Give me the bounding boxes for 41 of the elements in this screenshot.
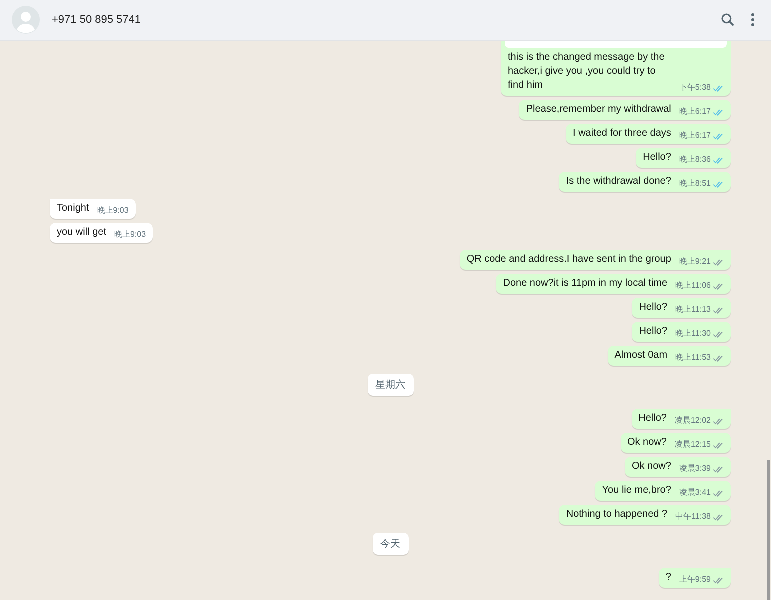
message-text: you will get [57,226,106,240]
message-text: You lie me,bro? [602,484,672,498]
message-text: Tonight [57,202,90,216]
message-time: 中午11:38 [676,511,711,523]
message-text: Almost 0am [614,349,668,363]
message-time: 晚上11:30 [676,328,711,340]
message-time: 晚上11:06 [676,280,711,292]
message-time: 凌晨3:39 [679,463,711,475]
message-time: 下午5:38 [679,82,711,94]
message-time: 晚上9:03 [114,229,146,241]
message-time: 晚上9:03 [97,205,129,217]
search-icon[interactable] [719,11,737,29]
message-text: Done now?it is 11pm in my local time [503,277,668,291]
message-time: 上午9:59 [679,574,711,586]
message-text: ? [666,571,672,585]
message-time: 晚上8:36 [679,154,711,166]
message-text: I waited for three days [573,127,672,141]
message-time: 凌晨12:02 [674,415,711,427]
message-time: 晚上11:53 [676,352,711,364]
menu-icon[interactable] [749,11,757,29]
message-text: QR code and address.I have sent in the group [466,253,672,267]
date-chip: 星期六 [368,374,414,396]
message-time: 凌晨3:41 [679,487,711,499]
message-time: 晚上6:17 [679,106,711,118]
message-text: Is the withdrawal done? [566,175,672,189]
message-time: 晚上8:51 [679,178,711,190]
message-time: 晚上11:13 [676,304,711,316]
message-text: Ok now? [628,436,667,450]
message-text: Ok now? [632,460,672,474]
message-time: 晚上6:17 [679,130,711,142]
message-text: Nothing to happened ? [566,508,668,522]
message-text: Hello? [638,412,667,426]
message-text: Please,remember my withdrawal [526,103,672,117]
message-time: 晚上9:21 [679,256,711,268]
date-chip: 今天 [372,533,408,555]
scrollbar[interactable] [767,460,770,600]
message-text: Hello? [643,151,672,165]
message-text: Hello? [639,325,668,339]
message-time: 凌晨12:15 [674,439,711,451]
message-text: Hello? [639,301,668,315]
message-text: this is the changed message by the hacker,i give you ,you could try to find him [508,51,666,93]
